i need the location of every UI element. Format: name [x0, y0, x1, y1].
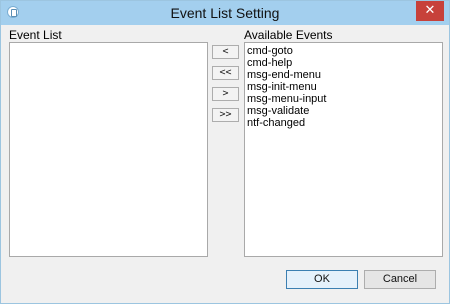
add-all-button[interactable]: <<	[212, 66, 239, 80]
dialog-window: Event List Setting ✕ Event List < << > >…	[0, 0, 450, 304]
remove-all-button[interactable]: >>	[212, 108, 239, 122]
add-one-button[interactable]: <	[212, 45, 239, 59]
list-item[interactable]: msg-menu-input	[245, 93, 442, 105]
close-button[interactable]: ✕	[416, 1, 444, 21]
available-events-label: Available Events	[244, 28, 333, 42]
window-title: Event List Setting	[170, 5, 280, 21]
event-list-box[interactable]	[9, 42, 208, 257]
list-item[interactable]: cmd-help	[245, 57, 442, 69]
list-item[interactable]: cmd-goto	[245, 45, 442, 57]
event-list-label: Event List	[9, 28, 62, 42]
list-item[interactable]: msg-end-menu	[245, 69, 442, 81]
title-bar[interactable]: Event List Setting ✕	[1, 1, 449, 25]
remove-one-button[interactable]: >	[212, 87, 239, 101]
available-events-box[interactable]: cmd-goto cmd-help msg-end-menu msg-init-men…	[244, 42, 443, 257]
list-item[interactable]: ntf-changed	[245, 117, 442, 129]
list-item[interactable]: msg-init-menu	[245, 81, 442, 93]
list-item[interactable]: msg-validate	[245, 105, 442, 117]
cancel-button[interactable]: Cancel	[364, 270, 436, 289]
ok-button[interactable]: OK	[286, 270, 358, 289]
